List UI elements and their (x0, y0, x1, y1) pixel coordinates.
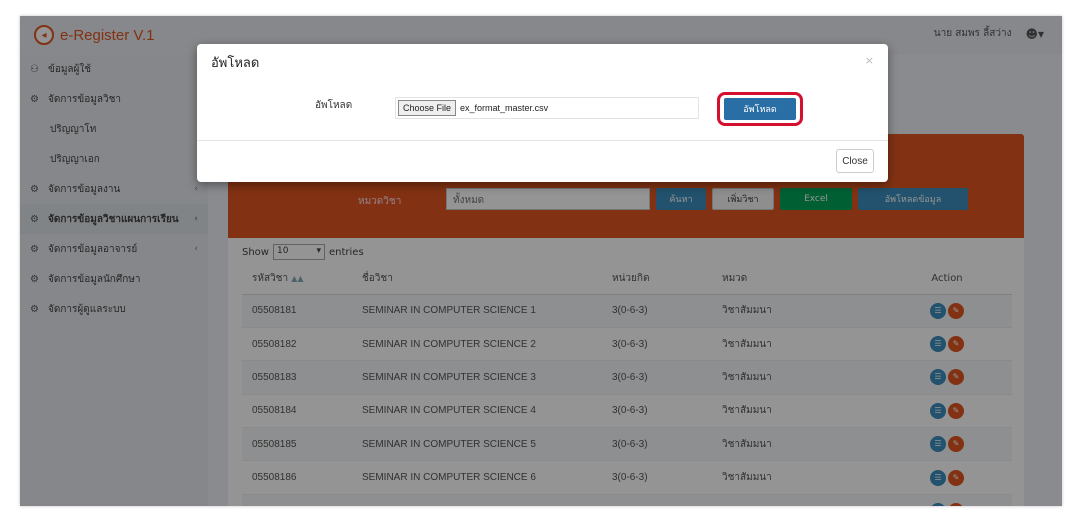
selected-file-name: ex_format_master.csv (460, 103, 549, 113)
upload-field-label: อัพโหลด (315, 100, 353, 111)
file-input[interactable]: Choose File ex_format_master.csv (395, 97, 699, 119)
choose-file-button[interactable]: Choose File (398, 100, 457, 116)
upload-button-highlight: อัพโหลด (717, 92, 803, 126)
modal-footer: Close (197, 140, 888, 182)
app-window: ◂ e-Register V.1 นาย สมพร ลี้สว่าง ☻▾ ⚇ … (20, 16, 1062, 506)
close-button[interactable]: Close (836, 149, 874, 173)
modal-title: อัพโหลด (211, 56, 260, 71)
upload-button[interactable]: อัพโหลด (724, 98, 796, 120)
close-icon[interactable]: × (865, 54, 874, 67)
upload-modal: อัพโหลด × อัพโหลด Choose File ex_format_… (197, 44, 888, 182)
